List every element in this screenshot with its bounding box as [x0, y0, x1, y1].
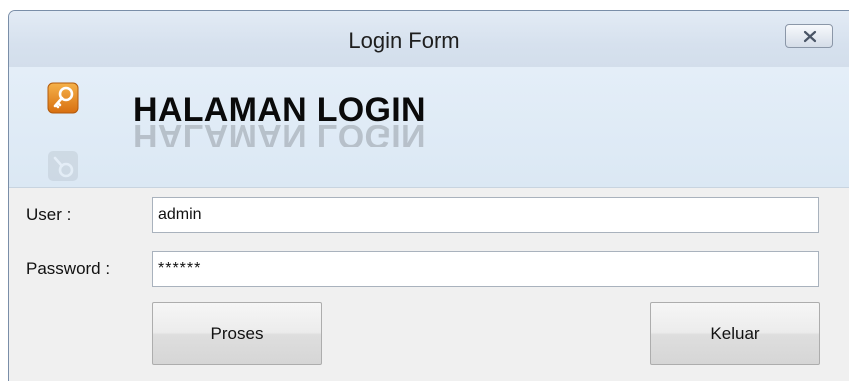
title-bar[interactable]: Login Form — [9, 11, 849, 67]
password-label: Password : — [26, 259, 111, 278]
user-input[interactable] — [152, 197, 819, 233]
page-heading-reflection: HALAMAN LOGIN — [133, 125, 426, 147]
password-input[interactable] — [152, 251, 819, 287]
key-icon-reflection — [48, 151, 78, 181]
proses-button[interactable]: Proses — [152, 302, 322, 365]
login-form: User : Password : Proses Keluar — [9, 188, 849, 381]
close-button[interactable] — [785, 24, 833, 48]
keluar-button[interactable]: Keluar — [650, 302, 820, 365]
key-icon — [47, 82, 79, 114]
user-label: User : — [26, 205, 72, 224]
window-title: Login Form — [348, 28, 460, 53]
header-banner: HALAMAN LOGIN HALAMAN LOGIN — [9, 67, 849, 188]
close-x-icon — [803, 30, 817, 43]
login-window: Login Form HALAMAN LOGIN HALAMAN LOGIN U… — [8, 10, 849, 381]
